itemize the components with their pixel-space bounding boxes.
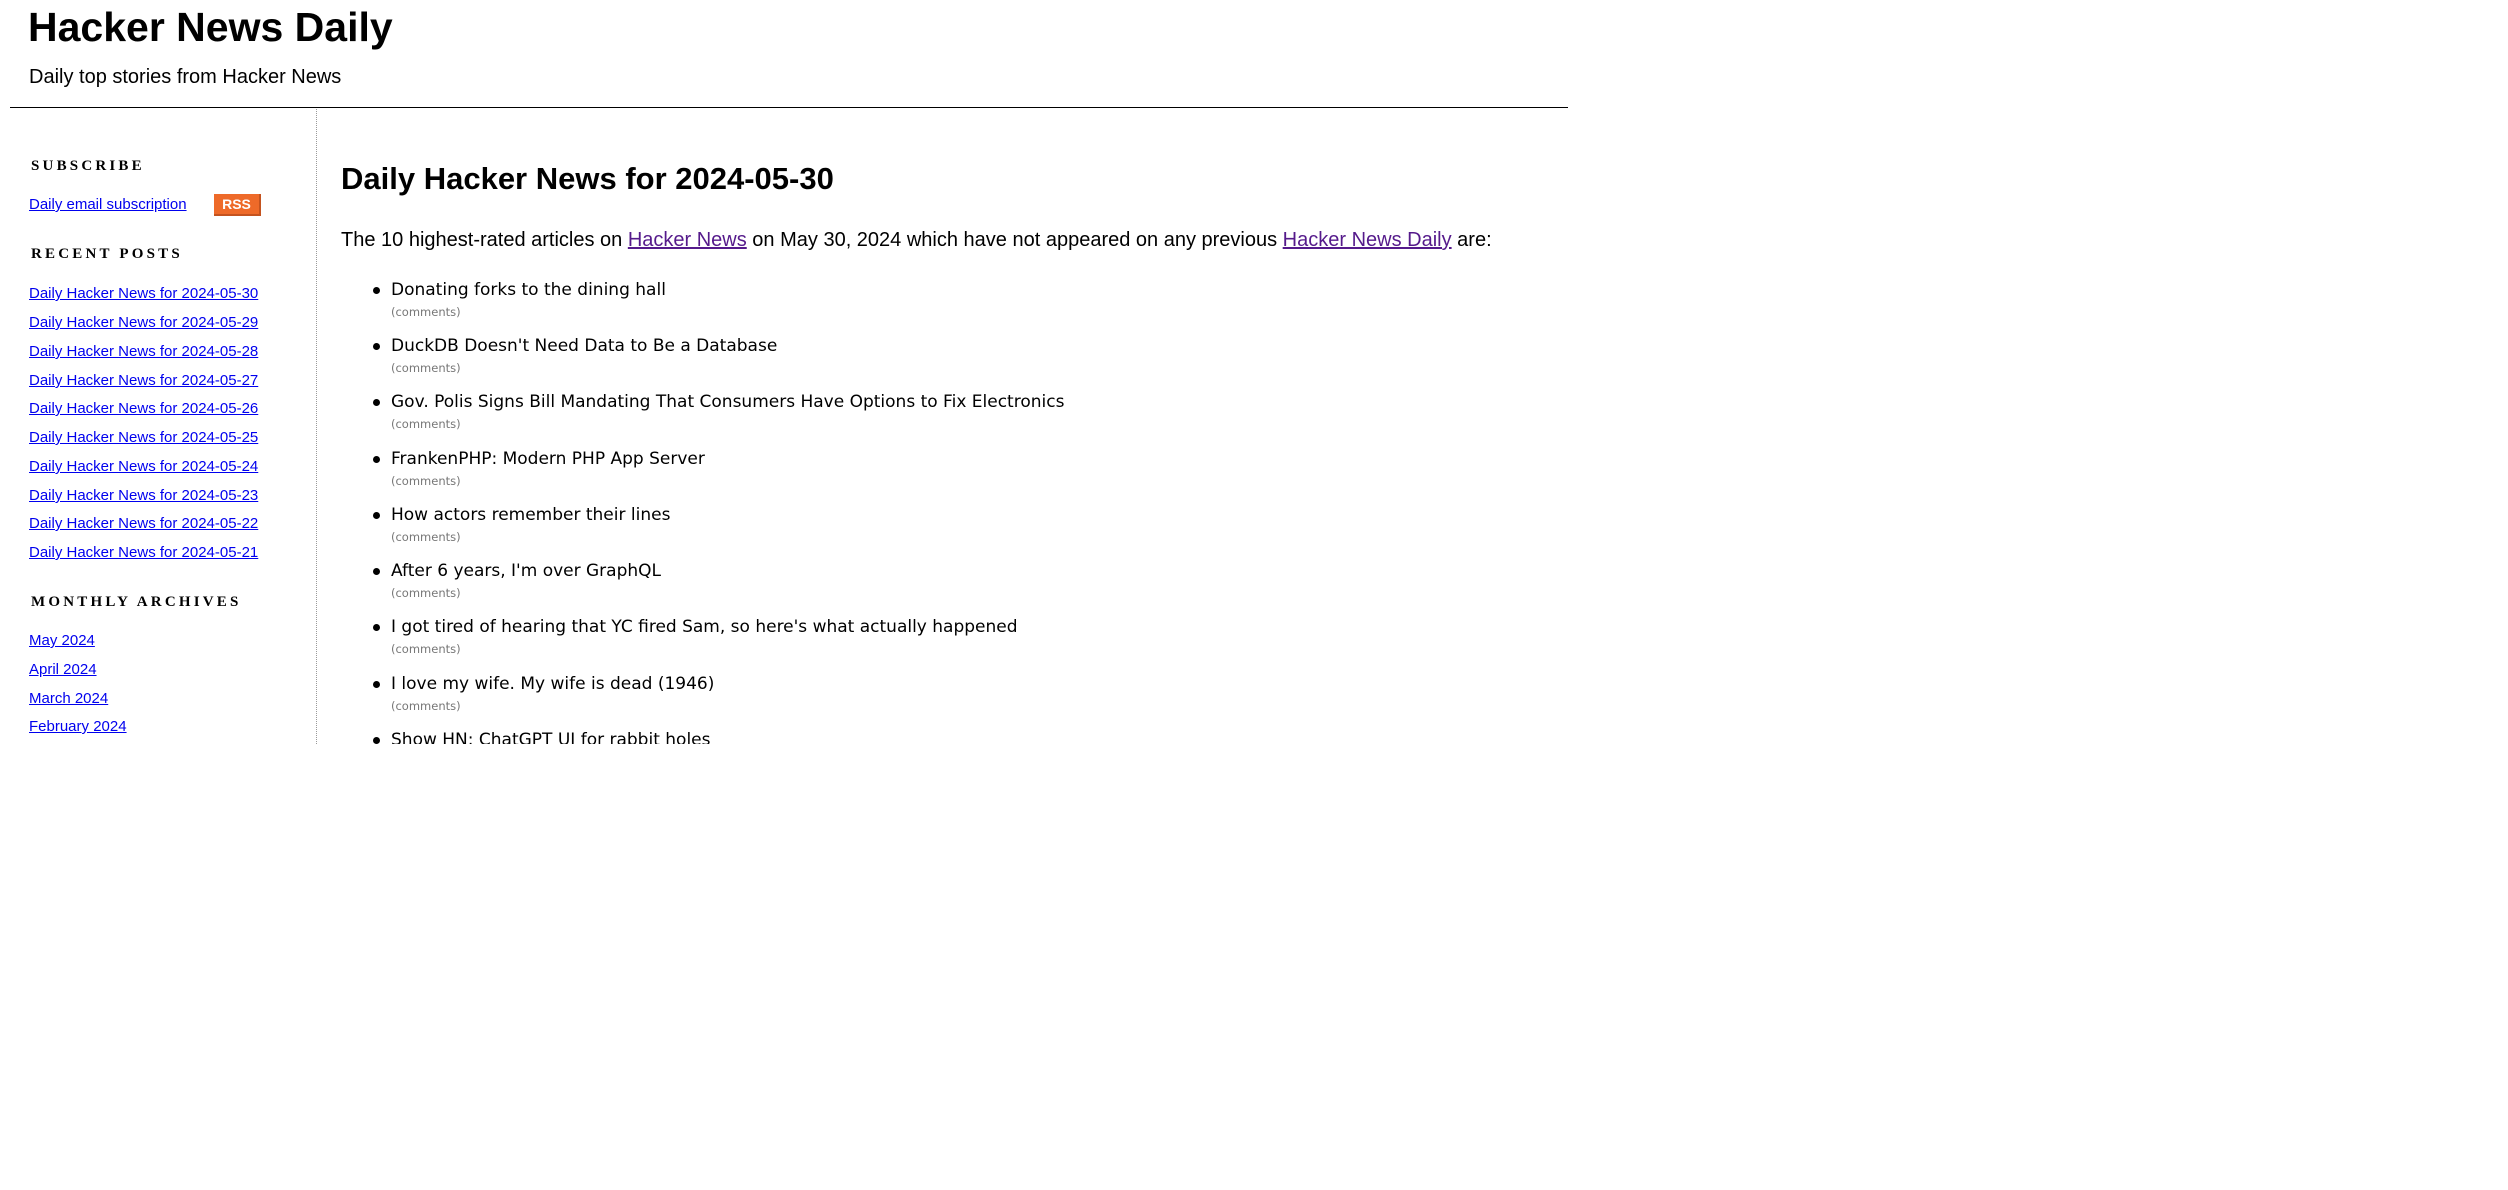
site-header: Hacker News Daily Daily top stories from… (0, 0, 1568, 108)
story-title-link[interactable]: Donating forks to the dining hall (391, 279, 666, 301)
hacker-news-link[interactable]: Hacker News (628, 229, 747, 251)
story-item: Donating forks to the dining hall (comme… (318, 279, 1518, 337)
bullet-icon (373, 737, 380, 744)
story-item: Show HN: ChatGPT UI for rabbit holes (318, 729, 1518, 744)
archive-link[interactable]: April 2024 (29, 660, 97, 680)
comments-link[interactable]: (comments) (391, 698, 461, 714)
recent-post-link[interactable]: Daily Hacker News for 2024-05-21 (29, 543, 258, 563)
recent-post-link[interactable]: Daily Hacker News for 2024-05-29 (29, 313, 258, 333)
story-item: FrankenPHP: Modern PHP App Server (comme… (318, 448, 1518, 506)
recent-posts-heading: RECENT POSTS (31, 246, 183, 262)
bullet-icon (373, 399, 380, 406)
story-title-link[interactable]: I love my wife. My wife is dead (1946) (391, 673, 714, 695)
bullet-icon (373, 287, 380, 294)
comments-link[interactable]: (comments) (391, 360, 461, 376)
recent-post-link[interactable]: Daily Hacker News for 2024-05-25 (29, 428, 258, 448)
bullet-icon (373, 681, 380, 688)
page: Hacker News Daily Daily top stories from… (0, 0, 1568, 744)
archive-link[interactable]: March 2024 (29, 689, 108, 709)
recent-post-link[interactable]: Daily Hacker News for 2024-05-28 (29, 342, 258, 362)
story-item: After 6 years, I'm over GraphQL (comment… (318, 560, 1518, 618)
bullet-icon (373, 512, 380, 519)
story-title-link[interactable]: I got tired of hearing that YC fired Sam… (391, 616, 1018, 638)
story-title-link[interactable]: DuckDB Doesn't Need Data to Be a Databas… (391, 335, 777, 357)
story-title-link[interactable]: How actors remember their lines (391, 504, 670, 526)
email-subscription-link[interactable]: Daily email subscription (29, 195, 187, 215)
recent-post-link[interactable]: Daily Hacker News for 2024-05-22 (29, 514, 258, 534)
comments-link[interactable]: (comments) (391, 473, 461, 489)
story-item: DuckDB Doesn't Need Data to Be a Databas… (318, 335, 1518, 393)
bullet-icon (373, 343, 380, 350)
comments-link[interactable]: (comments) (391, 416, 461, 432)
intro-text: The 10 highest-rated articles on Hacker … (341, 227, 1492, 253)
bullet-icon (373, 456, 380, 463)
comments-link[interactable]: (comments) (391, 529, 461, 545)
site-tagline: Daily top stories from Hacker News (29, 66, 342, 88)
recent-post-link[interactable]: Daily Hacker News for 2024-05-27 (29, 371, 258, 391)
intro-text-before: The 10 highest-rated articles on (341, 229, 628, 251)
subscribe-heading: SUBSCRIBE (31, 158, 145, 174)
hacker-news-daily-link[interactable]: Hacker News Daily (1283, 229, 1452, 251)
story-item: I got tired of hearing that YC fired Sam… (318, 616, 1518, 674)
rss-button[interactable]: RSS (214, 194, 261, 216)
story-title-link[interactable]: FrankenPHP: Modern PHP App Server (391, 448, 705, 470)
story-item: I love my wife. My wife is dead (1946) (… (318, 673, 1518, 731)
main-content: Daily Hacker News for 2024-05-30 The 10 … (318, 109, 1568, 744)
intro-text-after: are: (1451, 229, 1492, 251)
comments-link[interactable]: (comments) (391, 585, 461, 601)
story-title-link[interactable]: After 6 years, I'm over GraphQL (391, 560, 661, 582)
recent-post-link[interactable]: Daily Hacker News for 2024-05-23 (29, 486, 258, 506)
site-title[interactable]: Hacker News Daily (28, 2, 393, 52)
recent-post-link[interactable]: Daily Hacker News for 2024-05-26 (29, 399, 258, 419)
bullet-icon (373, 624, 380, 631)
story-title-link[interactable]: Gov. Polis Signs Bill Mandating That Con… (391, 391, 1064, 413)
header-divider (10, 107, 1568, 108)
archive-link[interactable]: February 2024 (29, 717, 127, 737)
archive-link[interactable]: May 2024 (29, 631, 95, 651)
recent-post-link[interactable]: Daily Hacker News for 2024-05-24 (29, 457, 258, 477)
bullet-icon (373, 568, 380, 575)
recent-post-link[interactable]: Daily Hacker News for 2024-05-30 (29, 284, 258, 304)
story-item: How actors remember their lines (comment… (318, 504, 1518, 562)
comments-link[interactable]: (comments) (391, 304, 461, 320)
intro-text-middle: on May 30, 2024 which have not appeared … (746, 229, 1283, 251)
story-title-link[interactable]: Show HN: ChatGPT UI for rabbit holes (391, 729, 710, 744)
sidebar: SUBSCRIBE Daily email subscription RSS R… (0, 109, 316, 744)
monthly-archives-heading: MONTHLY ARCHIVES (31, 594, 242, 610)
sidebar-divider (316, 109, 317, 744)
post-title: Daily Hacker News for 2024-05-30 (341, 161, 834, 196)
comments-link[interactable]: (comments) (391, 641, 461, 657)
story-item: Gov. Polis Signs Bill Mandating That Con… (318, 391, 1518, 449)
